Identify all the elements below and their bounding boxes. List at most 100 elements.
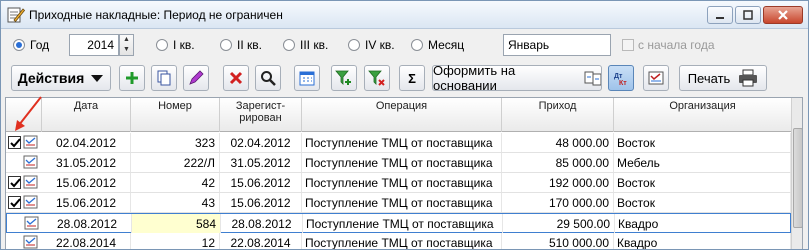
cell-registered[interactable]: 31.05.2012 <box>220 153 302 172</box>
row-checkbox[interactable] <box>8 136 21 149</box>
scrollbar-thumb[interactable] <box>793 128 802 228</box>
cell-date[interactable]: 15.06.2012 <box>42 173 131 192</box>
month-select[interactable]: Январь <box>503 34 611 56</box>
cell-organization[interactable]: Квадро <box>614 233 791 249</box>
cell-number[interactable]: 584 <box>132 214 221 233</box>
copy-button[interactable] <box>151 65 177 91</box>
add-button[interactable] <box>119 65 145 91</box>
header-organization[interactable]: Организация <box>614 98 791 132</box>
year-input[interactable]: 2014 <box>69 34 119 56</box>
year-spinner[interactable]: ▲ ▼ <box>119 34 134 56</box>
table-row[interactable]: 15.06.2012 42 15.06.2012 Поступление ТМЦ от… <box>6 173 791 193</box>
cell-income[interactable]: 170 000.00 <box>502 193 614 212</box>
filter-remove-button[interactable] <box>364 65 390 91</box>
cell-organization[interactable]: Восток <box>614 173 791 192</box>
cell-number[interactable]: 43 <box>131 193 220 212</box>
header-operation[interactable]: Операция <box>302 98 502 132</box>
document-status-icon[interactable] <box>23 195 39 210</box>
cell-registered[interactable]: 22.08.2014 <box>220 233 302 249</box>
cell-operation[interactable]: Поступление ТМЦ от поставщика <box>302 193 502 212</box>
period-filter-row: Год 2014 ▲ ▼ I кв. II кв. III кв. IV кв.… <box>1 31 808 59</box>
minimize-button[interactable] <box>707 6 733 24</box>
title-bar: Приходные накладные: Период не ограничен <box>1 1 808 29</box>
window-title: Приходные накладные: Период не ограничен <box>29 8 283 22</box>
row-checkbox[interactable] <box>8 176 21 189</box>
spin-up-icon[interactable]: ▲ <box>120 35 133 45</box>
document-status-icon[interactable] <box>23 135 39 150</box>
table-row[interactable]: 31.05.2012 222/Л 31.05.2012 Поступление ТМЦ… <box>6 153 791 173</box>
cell-operation[interactable]: Поступление ТМЦ от поставщика <box>303 214 503 233</box>
calendar-button[interactable] <box>294 65 320 91</box>
cell-registered[interactable]: 28.08.2012 <box>221 214 303 233</box>
cell-income[interactable]: 192 000.00 <box>502 173 614 192</box>
close-icon <box>778 10 788 20</box>
spin-down-icon[interactable]: ▼ <box>120 45 133 55</box>
table-row[interactable]: 02.04.2012 323 02.04.2012 Поступление ТМЦ о… <box>6 133 791 153</box>
cell-income[interactable]: 510 000.00 <box>502 233 614 249</box>
cell-operation[interactable]: Поступление ТМЦ от поставщика <box>302 233 502 249</box>
plus-icon <box>126 72 138 84</box>
debit-credit-toggle[interactable]: Дт Кт <box>608 65 634 91</box>
cell-date[interactable]: 31.05.2012 <box>42 153 131 172</box>
document-check-button[interactable] <box>643 65 669 91</box>
q4-radio-label: IV кв. <box>365 38 395 52</box>
cell-registered[interactable]: 15.06.2012 <box>220 193 302 212</box>
cell-number[interactable]: 323 <box>131 133 220 152</box>
table-row[interactable]: 22.08.2014 12 22.08.2014 Поступление ТМЦ от… <box>6 233 791 249</box>
q2-radio[interactable] <box>220 39 232 51</box>
cell-date[interactable]: 02.04.2012 <box>42 133 131 152</box>
vertical-scrollbar[interactable] <box>791 98 802 249</box>
cell-operation[interactable]: Поступление ТМЦ от поставщика <box>302 133 502 152</box>
pencil-icon <box>189 70 204 85</box>
search-button[interactable] <box>255 65 281 91</box>
cell-income[interactable]: 29 500.00 <box>503 214 615 233</box>
cell-organization[interactable]: Мебель <box>614 153 791 172</box>
cell-number[interactable]: 12 <box>131 233 220 249</box>
cell-income[interactable]: 48 000.00 <box>502 133 614 152</box>
q3-radio[interactable] <box>283 39 295 51</box>
row-checkbox[interactable] <box>8 196 21 209</box>
cell-organization[interactable]: Квадро <box>615 214 792 233</box>
header-income[interactable]: Приход <box>502 98 614 132</box>
document-status-icon[interactable] <box>23 235 39 249</box>
header-registered[interactable]: Зарегист- рирован <box>220 98 302 132</box>
sum-button[interactable]: Σ <box>399 65 425 91</box>
cell-date[interactable]: 15.06.2012 <box>42 193 131 212</box>
cell-organization[interactable]: Восток <box>614 133 791 152</box>
cell-operation[interactable]: Поступление ТМЦ от поставщика <box>302 173 502 192</box>
create-based-on-button[interactable]: Оформить на основании <box>432 63 602 93</box>
edit-button[interactable] <box>183 65 209 91</box>
actions-label: Действия <box>17 70 85 86</box>
table-row[interactable]: 28.08.2012 584 28.08.2012 Поступление ТМЦ о… <box>6 213 792 233</box>
cell-registered[interactable]: 15.06.2012 <box>220 173 302 192</box>
cell-organization[interactable]: Восток <box>614 193 791 212</box>
from-year-start-checkbox[interactable] <box>622 39 634 51</box>
delete-button[interactable] <box>223 65 249 91</box>
maximize-button[interactable] <box>735 6 761 24</box>
cell-income[interactable]: 85 000.00 <box>502 153 614 172</box>
header-number[interactable]: Номер <box>131 98 220 132</box>
chevron-down-icon <box>91 75 104 82</box>
cell-date[interactable]: 22.08.2014 <box>42 233 131 249</box>
cell-date[interactable]: 28.08.2012 <box>43 214 132 233</box>
cell-registered[interactable]: 02.04.2012 <box>220 133 302 152</box>
table-row[interactable]: 15.06.2012 43 15.06.2012 Поступление ТМЦ от… <box>6 193 791 213</box>
actions-menu-button[interactable]: Действия <box>11 65 111 91</box>
q4-radio[interactable] <box>348 39 360 51</box>
print-button[interactable]: Печать <box>679 65 767 91</box>
header-date[interactable]: Дата <box>42 98 131 132</box>
year-radio[interactable] <box>13 39 25 51</box>
document-status-icon[interactable] <box>24 216 40 231</box>
filter-add-button[interactable] <box>331 65 357 91</box>
app-window: Приходные накладные: Период не ограничен… <box>0 0 809 250</box>
table-header: Дата Номер Зарегист- рирован Операция Пр… <box>6 98 791 132</box>
cell-number[interactable]: 42 <box>131 173 220 192</box>
document-status-icon[interactable] <box>23 155 39 170</box>
document-status-icon[interactable] <box>23 175 39 190</box>
cell-number[interactable]: 222/Л <box>131 153 220 172</box>
document-arrows-icon <box>584 71 601 86</box>
close-button[interactable] <box>763 6 803 24</box>
q1-radio[interactable] <box>156 39 168 51</box>
cell-operation[interactable]: Поступление ТМЦ от поставщика <box>302 153 502 172</box>
month-radio[interactable] <box>411 39 423 51</box>
